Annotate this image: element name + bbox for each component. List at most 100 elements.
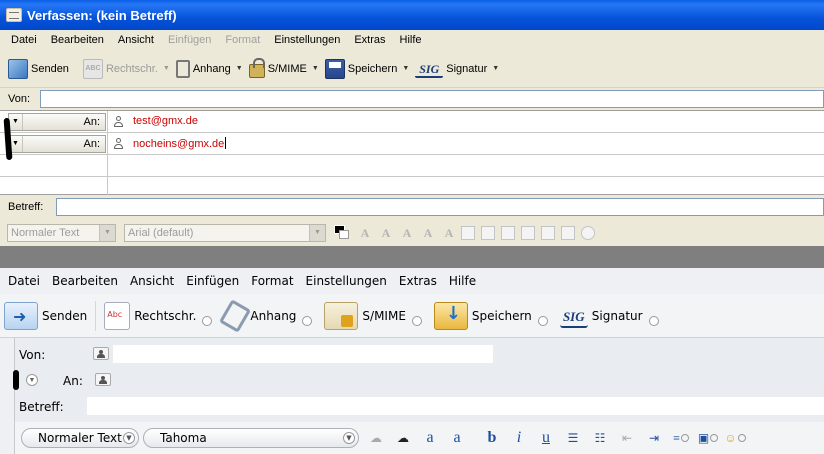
person-icon	[114, 138, 123, 150]
bold-icon[interactable]: b	[479, 427, 505, 449]
menu-einstellungen[interactable]: Einstellungen	[274, 34, 340, 46]
menu-extras[interactable]: Extras	[354, 34, 385, 46]
font-larger-icon[interactable]: a	[444, 427, 470, 449]
font-larger-icon: A	[381, 225, 391, 240]
dropdown-icon[interactable]	[411, 315, 422, 326]
menu-format: Format	[225, 34, 261, 46]
spellcheck-label: Rechtschr.	[105, 62, 158, 75]
italic-icon: A	[423, 225, 433, 240]
save-button[interactable]: Speichern	[433, 301, 548, 330]
attach-button[interactable]: Anhang ▼	[175, 56, 243, 82]
insert-image-icon	[561, 225, 575, 240]
menu-einfuegen[interactable]: Einfügen	[186, 274, 239, 288]
font-select[interactable]: Tahoma ▼	[143, 428, 359, 448]
save-tray-icon	[433, 301, 468, 330]
person-icon[interactable]	[93, 347, 109, 360]
recipient-row-empty[interactable]	[0, 177, 824, 195]
from-field[interactable]	[40, 90, 824, 108]
underline-icon: A	[444, 225, 454, 240]
highlight-color-icon[interactable]: ☁	[390, 427, 416, 449]
align-icon[interactable]: ≡	[668, 427, 694, 449]
chevron-down-icon[interactable]: ▼	[26, 374, 38, 386]
compose-window-modern: Datei Bearbeiten Ansicht Einfügen Format…	[0, 268, 824, 454]
menu-extras[interactable]: Extras	[399, 274, 437, 288]
send-button[interactable]: Senden	[4, 301, 88, 330]
outdent-icon[interactable]: ⇤	[614, 427, 640, 449]
chevron-down-icon[interactable]: ▼	[312, 65, 319, 72]
smiley-icon[interactable]: ☺	[722, 427, 748, 449]
signature-icon: SIG	[415, 60, 444, 78]
annotation-marker	[13, 370, 19, 390]
chevron-down-icon: ▼	[9, 114, 23, 130]
font-smaller-icon[interactable]: a	[417, 427, 443, 449]
subject-field[interactable]	[87, 397, 824, 415]
spellcheck-icon: ABC	[82, 58, 103, 79]
menu-hilfe[interactable]: Hilfe	[449, 274, 476, 288]
bullet-list-icon	[461, 225, 475, 240]
spellcheck-button: ABC Rechtschr. ▼	[82, 56, 170, 82]
recipient-address[interactable]: test@gmx.de	[133, 115, 198, 127]
numbered-list-icon[interactable]: ☷	[587, 427, 613, 449]
dropdown-icon[interactable]	[648, 315, 659, 326]
text-color-icon[interactable]	[334, 224, 350, 241]
insert-image-icon[interactable]: ▣	[695, 427, 721, 449]
outdent-icon	[501, 225, 515, 240]
font-select: Arial (default) ▼	[124, 223, 326, 242]
paragraph-format-select[interactable]: Normaler Text ▼	[21, 428, 139, 448]
signature-button[interactable]: SIG Signatur ▼	[415, 56, 499, 82]
compose-toolbar-modern: Senden Rechtschr. Anhang S/MIME Speicher…	[0, 294, 824, 338]
from-field[interactable]	[113, 345, 493, 363]
chevron-down-icon[interactable]: ▼	[402, 65, 409, 72]
numbered-list-icon	[481, 225, 495, 240]
attach-button[interactable]: Anhang	[219, 298, 313, 333]
text-cursor	[225, 137, 227, 149]
bullet-list-icon[interactable]: ☰	[560, 427, 586, 449]
chevron-down-icon[interactable]: ▼	[492, 65, 499, 72]
person-icon	[114, 116, 123, 128]
recipient-type-select[interactable]: ▼ An:	[8, 113, 106, 131]
signature-button[interactable]: SIG Signatur	[559, 304, 659, 328]
recipient-type-select[interactable]: ▼ An:	[8, 135, 106, 153]
menu-ansicht[interactable]: Ansicht	[130, 274, 174, 288]
menu-bearbeiten[interactable]: Bearbeiten	[51, 34, 104, 46]
signature-label: Signatur	[591, 308, 643, 323]
floppy-disk-icon	[324, 58, 345, 79]
subject-field[interactable]	[56, 198, 824, 216]
chevron-down-icon: ▼	[343, 432, 355, 444]
send-label: Senden	[42, 308, 88, 323]
from-label: Von:	[19, 348, 46, 362]
subject-row: Betreff:	[0, 195, 824, 219]
chevron-down-icon: ▼	[309, 224, 325, 241]
paragraph-format-select: Normaler Text ▼	[7, 223, 116, 242]
spellcheck-button[interactable]: Rechtschr.	[104, 301, 213, 330]
smime-button[interactable]: S/MIME ▼	[248, 56, 319, 82]
underline-icon[interactable]: u	[533, 427, 559, 449]
menu-format[interactable]: Format	[251, 274, 293, 288]
menu-ansicht[interactable]: Ansicht	[118, 34, 154, 46]
menu-einstellungen[interactable]: Einstellungen	[306, 274, 387, 288]
menu-einfuegen: Einfügen	[167, 34, 212, 46]
text-color-icon[interactable]: ☁	[363, 427, 389, 449]
save-button[interactable]: Speichern ▼	[324, 56, 409, 82]
signature-label: Signatur	[446, 62, 488, 75]
dropdown-icon[interactable]	[302, 315, 313, 326]
send-button[interactable]: Senden	[8, 56, 69, 82]
menu-datei[interactable]: Datei	[8, 274, 40, 288]
dropdown-icon[interactable]	[202, 315, 213, 326]
smime-button[interactable]: S/MIME	[324, 301, 422, 330]
send-icon	[8, 58, 28, 79]
paperclip-icon	[219, 298, 252, 333]
from-label: Von:	[8, 93, 31, 105]
menu-datei[interactable]: Datei	[11, 34, 37, 46]
recipient-address-input[interactable]: nocheins@gmx.de	[133, 137, 227, 150]
recipient-row-empty[interactable]	[0, 155, 824, 177]
person-icon[interactable]	[95, 373, 111, 386]
menu-bearbeiten[interactable]: Bearbeiten	[52, 274, 118, 288]
italic-icon[interactable]: i	[506, 427, 532, 449]
window-title: Verfassen: (kein Betreff)	[27, 7, 177, 23]
menu-hilfe[interactable]: Hilfe	[400, 34, 422, 46]
subject-label: Betreff:	[19, 400, 64, 414]
chevron-down-icon[interactable]: ▼	[236, 65, 243, 72]
dropdown-icon[interactable]	[537, 315, 548, 326]
indent-icon[interactable]: ⇥	[641, 427, 667, 449]
